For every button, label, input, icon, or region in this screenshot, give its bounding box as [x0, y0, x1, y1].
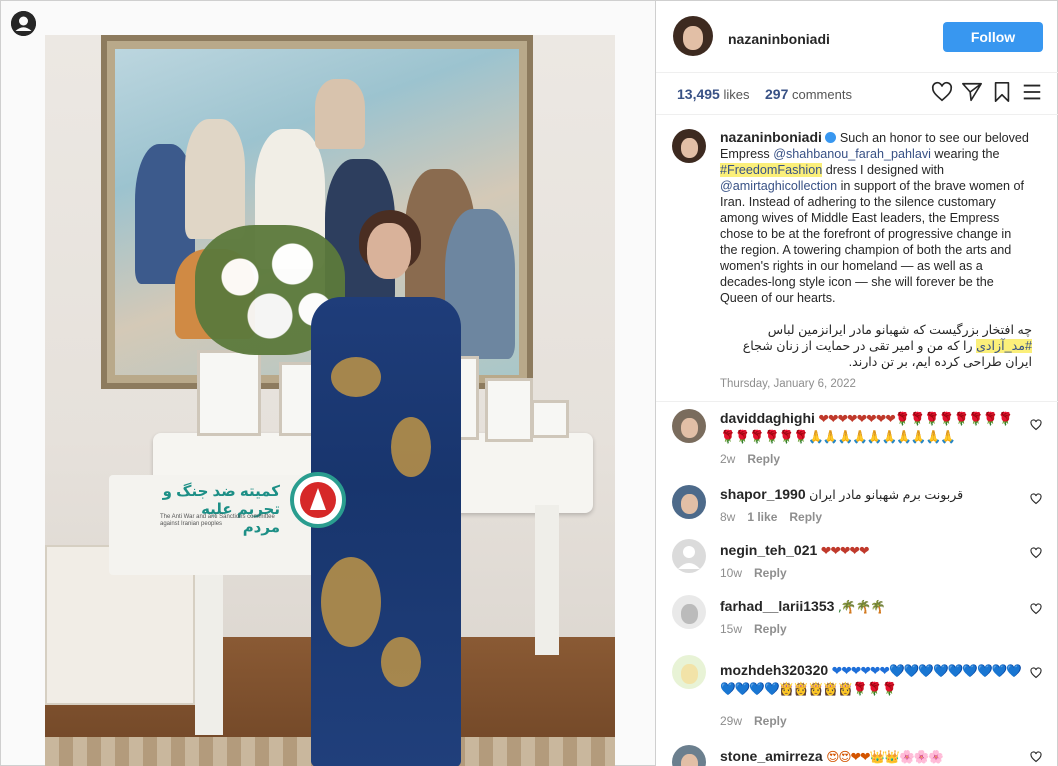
post-header: nazaninboniadi Follow — [656, 1, 1058, 73]
comment-item: stone_amirreza 😍😍❤❤👑👑🌸🌸🌸 — [656, 743, 1058, 766]
post-caption: nazaninboniadi Such an honor to see our … — [656, 115, 1058, 402]
watermark-logo: کمیته ضد جنگ و تحریم علیه مردم The Anti … — [160, 460, 350, 540]
post-actions — [931, 81, 1043, 103]
like-heart-icon[interactable] — [931, 81, 953, 103]
hashtag-link[interactable]: #FreedomFashion — [720, 163, 823, 177]
bookmark-icon[interactable] — [991, 81, 1013, 103]
comment-time: 15w — [720, 622, 743, 636]
comment-avatar[interactable] — [672, 485, 706, 519]
comment-like-icon[interactable] — [1030, 419, 1042, 431]
caption-username[interactable]: nazaninboniadi — [720, 129, 822, 145]
share-icon[interactable] — [961, 81, 983, 103]
comment-like-icon[interactable] — [1030, 547, 1042, 559]
comments-label: comments — [791, 87, 852, 102]
comment-avatar[interactable] — [672, 595, 706, 629]
comment-avatar[interactable] — [672, 655, 706, 689]
post-image-pane: کمیته ضد جنگ و تحریم علیه مردم The Anti … — [0, 0, 656, 766]
watermark-subtitle: The Anti War and anti Sanctions committe… — [160, 514, 275, 527]
comment-text: قربونت برم شهبانو مادر ایران — [809, 488, 964, 502]
verified-badge-icon — [825, 132, 837, 143]
comment-text: ,🌴🌴🌴 — [837, 599, 886, 614]
comment-username[interactable]: farhad__larii1353 — [720, 598, 834, 614]
comment-username[interactable]: shapor_1990 — [720, 486, 806, 502]
post-photo[interactable]: کمیته ضد جنگ و تحریم علیه مردم The Anti … — [45, 35, 615, 766]
comment-username[interactable]: stone_amirreza — [720, 748, 823, 764]
comment-like-icon[interactable] — [1030, 751, 1042, 763]
reply-button[interactable]: Reply — [789, 510, 822, 524]
comment-username[interactable]: negin_teh_021 — [720, 542, 817, 558]
follow-button[interactable]: Follow — [943, 22, 1043, 52]
menu-icon[interactable] — [1021, 81, 1043, 103]
reply-button[interactable]: Reply — [754, 622, 787, 636]
mention-link[interactable]: @amirtaghicollection — [720, 179, 837, 193]
reply-button[interactable]: Reply — [754, 566, 787, 580]
comment-text: ❤❤❤❤❤ — [820, 543, 870, 558]
mention-link[interactable]: @shahbanou_farah_pahlavi — [773, 147, 931, 161]
reply-button[interactable]: Reply — [747, 452, 780, 466]
comment-avatar[interactable] — [672, 409, 706, 443]
comment-username[interactable]: mozhdeh320320 — [720, 662, 828, 678]
likes-count[interactable]: 13,495 — [677, 86, 720, 102]
caption-persian: چه افتخار بزرگیست که شهبانو مادر ایرانزم… — [742, 323, 1032, 369]
post-date: Thursday, January 6, 2022 — [720, 378, 856, 390]
comment-likes[interactable]: 1 like — [747, 510, 777, 524]
comment-avatar[interactable] — [672, 745, 706, 766]
post-details-pane: nazaninboniadi Follow 13,495 likes 297 c… — [656, 0, 1058, 766]
comment-avatar[interactable] — [672, 539, 706, 573]
comment-time: 8w — [720, 510, 736, 524]
author-username[interactable]: nazaninboniadi — [728, 31, 830, 47]
comment-username[interactable]: daviddaghighi — [720, 410, 815, 426]
likes-label: likes — [723, 87, 750, 102]
comment-like-icon[interactable] — [1030, 667, 1042, 679]
caption-avatar[interactable] — [672, 129, 706, 163]
comment-like-icon[interactable] — [1030, 603, 1042, 615]
comment-time: 10w — [720, 566, 743, 580]
hashtag-link[interactable]: #مد_آزادی — [976, 339, 1032, 353]
comment-time: 29w — [720, 714, 743, 728]
comment-like-icon[interactable] — [1030, 493, 1042, 505]
comment-text: 😍😍❤❤👑👑🌸🌸🌸 — [826, 749, 944, 764]
comments-count: 297 — [765, 86, 789, 102]
account-icon[interactable] — [11, 11, 36, 36]
reply-button[interactable]: Reply — [754, 714, 787, 728]
author-avatar[interactable] — [673, 16, 713, 56]
comment-time: 2w — [720, 452, 736, 466]
